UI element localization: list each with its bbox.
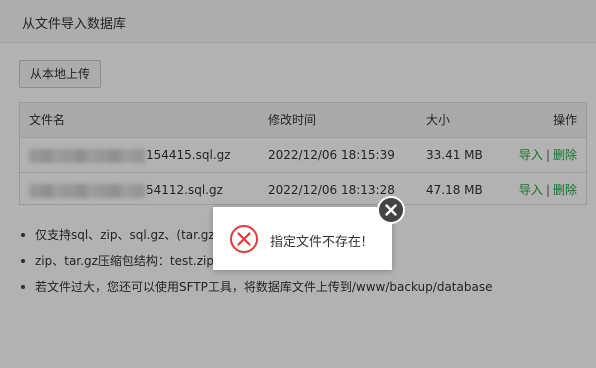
toast-message: 指定文件不存在! xyxy=(270,235,367,250)
error-circle-x-icon xyxy=(230,225,258,253)
error-toast: 指定文件不存在! xyxy=(213,207,392,270)
close-circle-icon[interactable] xyxy=(377,196,405,224)
modal-overlay xyxy=(0,0,596,368)
